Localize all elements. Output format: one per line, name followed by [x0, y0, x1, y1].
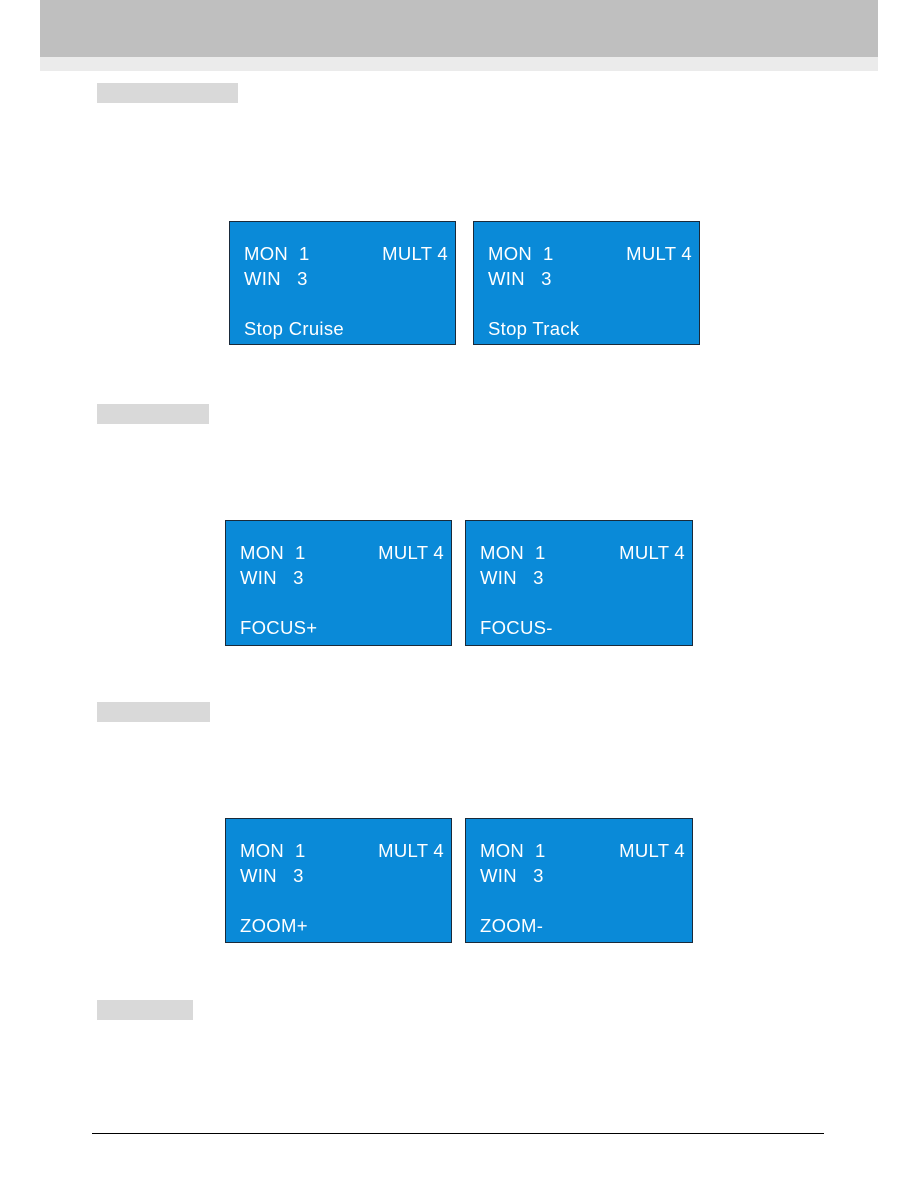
status-readout: Stop Cruise: [244, 318, 344, 339]
section-heading-zoom: [97, 702, 210, 722]
monitor-readout: MON 1: [480, 542, 546, 563]
multi-readout: MULT 4: [378, 542, 444, 563]
section-heading-focus: [97, 404, 209, 424]
section-heading-4: [97, 1000, 193, 1020]
multi-readout: MULT 4: [382, 243, 448, 264]
multi-readout: MULT 4: [619, 840, 685, 861]
lcd-display-stop-track: MON 1 MULT 4 WIN 3 Stop Track: [473, 221, 700, 345]
footer-divider: [92, 1133, 824, 1134]
lcd-display-zoom-minus: MON 1 MULT 4 WIN 3 ZOOM-: [465, 818, 693, 943]
lcd-display-focus-minus: MON 1 MULT 4 WIN 3 FOCUS-: [465, 520, 693, 646]
lcd-display-focus-plus: MON 1 MULT 4 WIN 3 FOCUS+: [225, 520, 452, 646]
multi-readout: MULT 4: [626, 243, 692, 264]
multi-readout: MULT 4: [378, 840, 444, 861]
lcd-display-zoom-plus: MON 1 MULT 4 WIN 3 ZOOM+: [225, 818, 452, 943]
status-readout: FOCUS+: [240, 617, 318, 638]
window-readout: WIN 3: [480, 567, 544, 588]
monitor-readout: MON 1: [240, 542, 306, 563]
monitor-readout: MON 1: [480, 840, 546, 861]
page-header-band: [40, 0, 878, 57]
page-header-subband: [40, 57, 878, 71]
multi-readout: MULT 4: [619, 542, 685, 563]
window-readout: WIN 3: [488, 268, 552, 289]
window-readout: WIN 3: [240, 567, 304, 588]
section-heading-cruise-track: [97, 83, 238, 103]
status-readout: FOCUS-: [480, 617, 553, 638]
window-readout: WIN 3: [244, 268, 308, 289]
monitor-readout: MON 1: [240, 840, 306, 861]
window-readout: WIN 3: [480, 865, 544, 886]
lcd-display-stop-cruise: MON 1 MULT 4 WIN 3 Stop Cruise: [229, 221, 456, 345]
monitor-readout: MON 1: [244, 243, 310, 264]
status-readout: ZOOM+: [240, 915, 308, 936]
window-readout: WIN 3: [240, 865, 304, 886]
status-readout: Stop Track: [488, 318, 580, 339]
status-readout: ZOOM-: [480, 915, 544, 936]
monitor-readout: MON 1: [488, 243, 554, 264]
